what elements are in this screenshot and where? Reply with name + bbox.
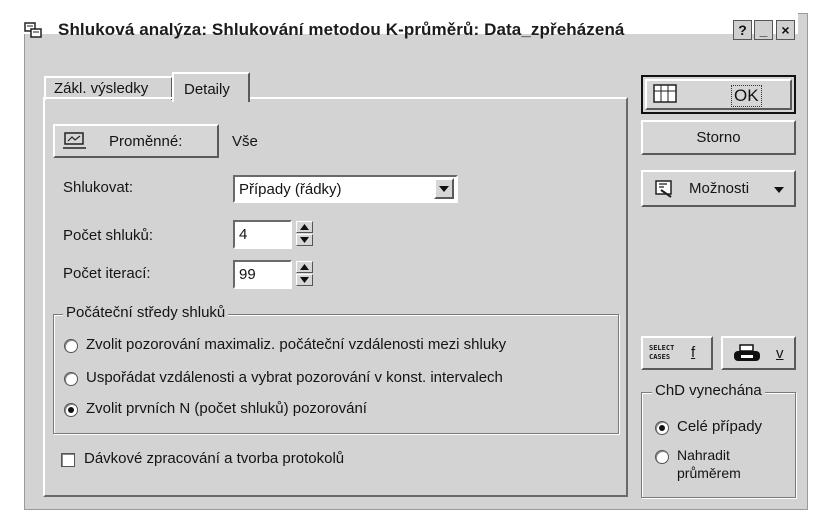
num-iterations-stepper[interactable] bbox=[296, 261, 313, 287]
spin-up-icon[interactable] bbox=[296, 261, 313, 273]
cancel-button[interactable]: Storno bbox=[641, 120, 796, 155]
num-clusters-stepper[interactable] bbox=[296, 221, 313, 247]
cancel-label: Storno bbox=[696, 129, 741, 146]
close-button[interactable]: × bbox=[776, 20, 795, 40]
window-icon[interactable] bbox=[24, 22, 43, 39]
missing-data-legend: ChD vynechána bbox=[652, 382, 765, 399]
options-label: Možnosti bbox=[689, 180, 750, 197]
missing-option-2-label-1[interactable]: Nahradit bbox=[677, 447, 730, 463]
dropdown-arrow-icon[interactable] bbox=[434, 178, 454, 199]
ok-button[interactable]: OK bbox=[641, 75, 796, 114]
missing-option-1-radio[interactable] bbox=[655, 421, 669, 435]
missing-data-group bbox=[641, 392, 796, 498]
spin-down-icon[interactable] bbox=[296, 274, 313, 286]
batch-checkbox[interactable] bbox=[61, 453, 75, 467]
num-iterations-value: 99 bbox=[239, 266, 256, 283]
printer-icon bbox=[733, 344, 761, 368]
spin-up-icon[interactable] bbox=[296, 221, 313, 233]
select-cases-button[interactable]: SELECT CASES f bbox=[641, 336, 713, 370]
missing-option-1-label[interactable]: Celé případy bbox=[677, 418, 762, 435]
cluster-by-select[interactable]: Případy (řádky) bbox=[233, 175, 458, 203]
variables-button-label: Proměnné: bbox=[109, 132, 183, 150]
tab-details-label: Detaily bbox=[184, 81, 230, 98]
tab-details[interactable]: Detaily bbox=[172, 72, 250, 102]
center-option-1-label[interactable]: Zvolit pozorování maximaliz. počáteční v… bbox=[86, 336, 506, 353]
cluster-by-label: Shlukovat: bbox=[63, 179, 134, 196]
window-title: Shluková analýza: Shlukování metodou K-p… bbox=[58, 20, 625, 39]
minimize-button[interactable]: _ bbox=[754, 20, 773, 40]
options-icon bbox=[655, 180, 675, 202]
chevron-down-icon bbox=[774, 187, 784, 193]
center-option-3-radio[interactable] bbox=[64, 403, 78, 417]
batch-label[interactable]: Dávkové zpracování a tvorba protokolů bbox=[84, 450, 344, 467]
num-iterations-input[interactable]: 99 bbox=[233, 260, 292, 289]
initial-centers-legend: Počáteční středy shluků bbox=[63, 304, 229, 321]
num-clusters-value: 4 bbox=[239, 226, 248, 243]
tab-basic-results-label: Zákl. výsledky bbox=[54, 80, 149, 97]
missing-option-2-radio[interactable] bbox=[655, 450, 669, 464]
select-cases-icon: SELECT CASES bbox=[649, 344, 674, 362]
select-cases-line1: SELECT bbox=[649, 344, 675, 352]
variables-button[interactable]: Proměnné: bbox=[53, 124, 219, 158]
center-option-2-radio[interactable] bbox=[64, 372, 78, 386]
select-cases-key: f bbox=[691, 344, 696, 361]
spin-down-icon[interactable] bbox=[296, 234, 313, 246]
ok-label: OK bbox=[731, 85, 762, 107]
print-button[interactable]: v bbox=[721, 336, 796, 370]
select-cases-line2: CASES bbox=[649, 353, 671, 361]
num-iterations-label: Počet iterací: bbox=[63, 265, 151, 282]
center-option-2-label[interactable]: Uspořádat vzdálenosti a vybrat pozorován… bbox=[86, 369, 503, 386]
num-clusters-label: Počet shluků: bbox=[63, 227, 154, 244]
center-option-3-label[interactable]: Zvolit prvních N (počet shluků) pozorová… bbox=[86, 400, 367, 417]
num-clusters-input[interactable]: 4 bbox=[233, 220, 292, 249]
print-key: v bbox=[776, 345, 784, 362]
options-button[interactable]: Možnosti bbox=[641, 170, 796, 207]
center-option-1-radio[interactable] bbox=[64, 339, 78, 353]
cluster-by-value: Případy (řádky) bbox=[239, 180, 342, 198]
missing-option-2-label-2[interactable]: průměrem bbox=[677, 465, 741, 481]
ok-icon bbox=[653, 84, 677, 107]
variables-value: Vše bbox=[232, 133, 258, 150]
help-button[interactable]: ? bbox=[733, 20, 752, 40]
variables-icon bbox=[63, 132, 87, 150]
